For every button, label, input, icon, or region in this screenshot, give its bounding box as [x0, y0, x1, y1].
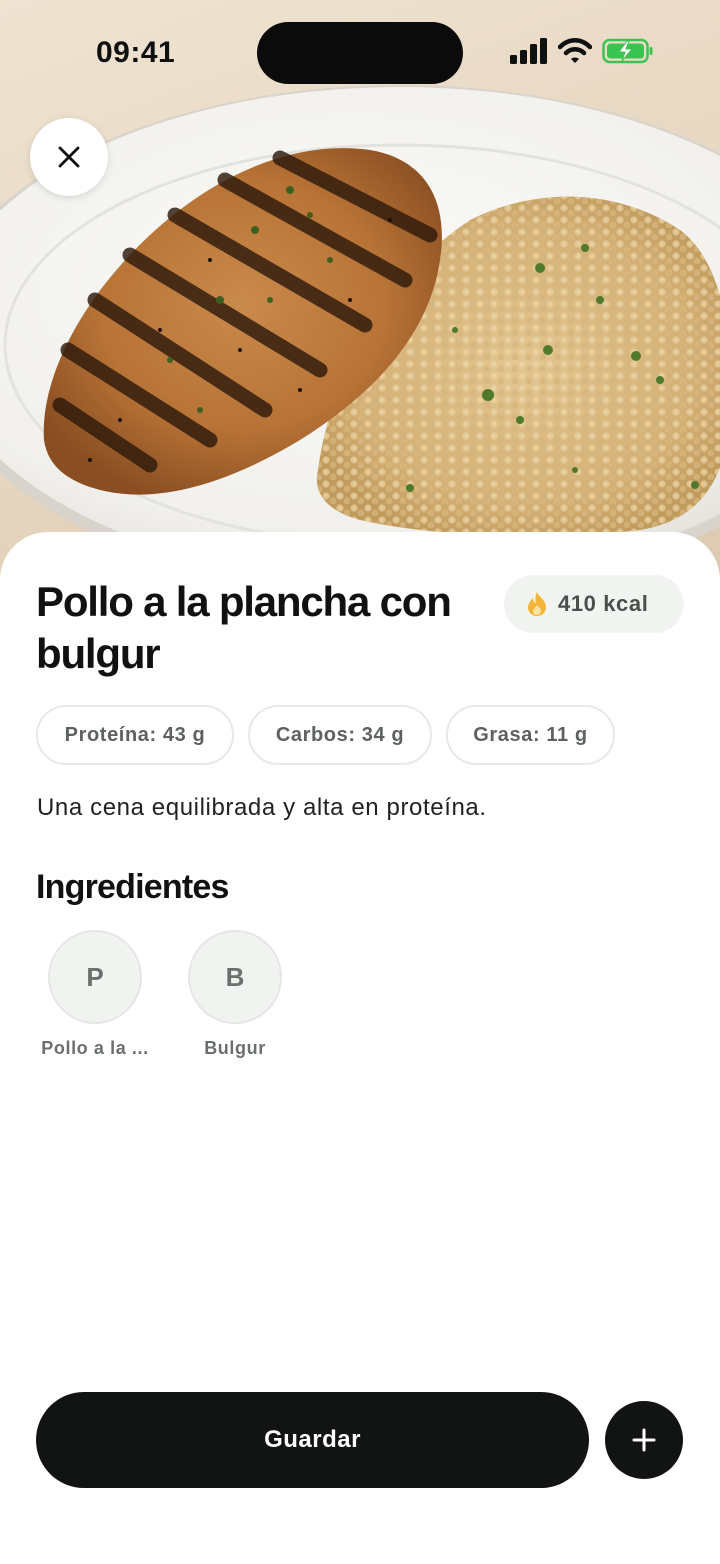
cellular-signal-icon [510, 38, 547, 64]
close-icon [58, 146, 80, 168]
battery-charging-icon [602, 38, 653, 64]
dynamic-island [257, 22, 463, 84]
ingredient-label: Pollo a la ... [41, 1038, 149, 1058]
macro-chip-fat: Grasa: 11 g [446, 705, 615, 765]
calories-label: 410 kcal [558, 591, 649, 616]
macro-chip-carbs: Carbos: 34 g [248, 705, 432, 765]
status-icons [508, 38, 658, 68]
dish-description: Una cena equilibrada y alta en proteína. [37, 794, 487, 821]
calories-badge: 410 kcal [504, 575, 684, 633]
macro-chip-protein: Proteína: 43 g [36, 705, 234, 765]
ingredient-item-pollo[interactable]: P Pollo a la ... [30, 930, 160, 1059]
dish-title: Pollo a la plancha con bulgur [36, 578, 452, 677]
ingredient-avatar: P [48, 930, 142, 1024]
close-button[interactable] [30, 118, 108, 196]
ingredient-avatar: B [188, 930, 282, 1024]
status-time: 09:41 [96, 36, 176, 69]
add-button[interactable] [605, 1401, 683, 1479]
wifi-icon [558, 38, 592, 63]
save-button[interactable]: Guardar [36, 1392, 589, 1488]
status-bar: 09:41 [0, 0, 720, 100]
ingredients-title: Ingredientes [36, 868, 229, 906]
ingredient-label: Bulgur [204, 1038, 266, 1058]
plus-icon [632, 1428, 656, 1452]
ingredient-item-bulgur[interactable]: B Bulgur [170, 930, 300, 1059]
flame-icon [528, 592, 546, 616]
